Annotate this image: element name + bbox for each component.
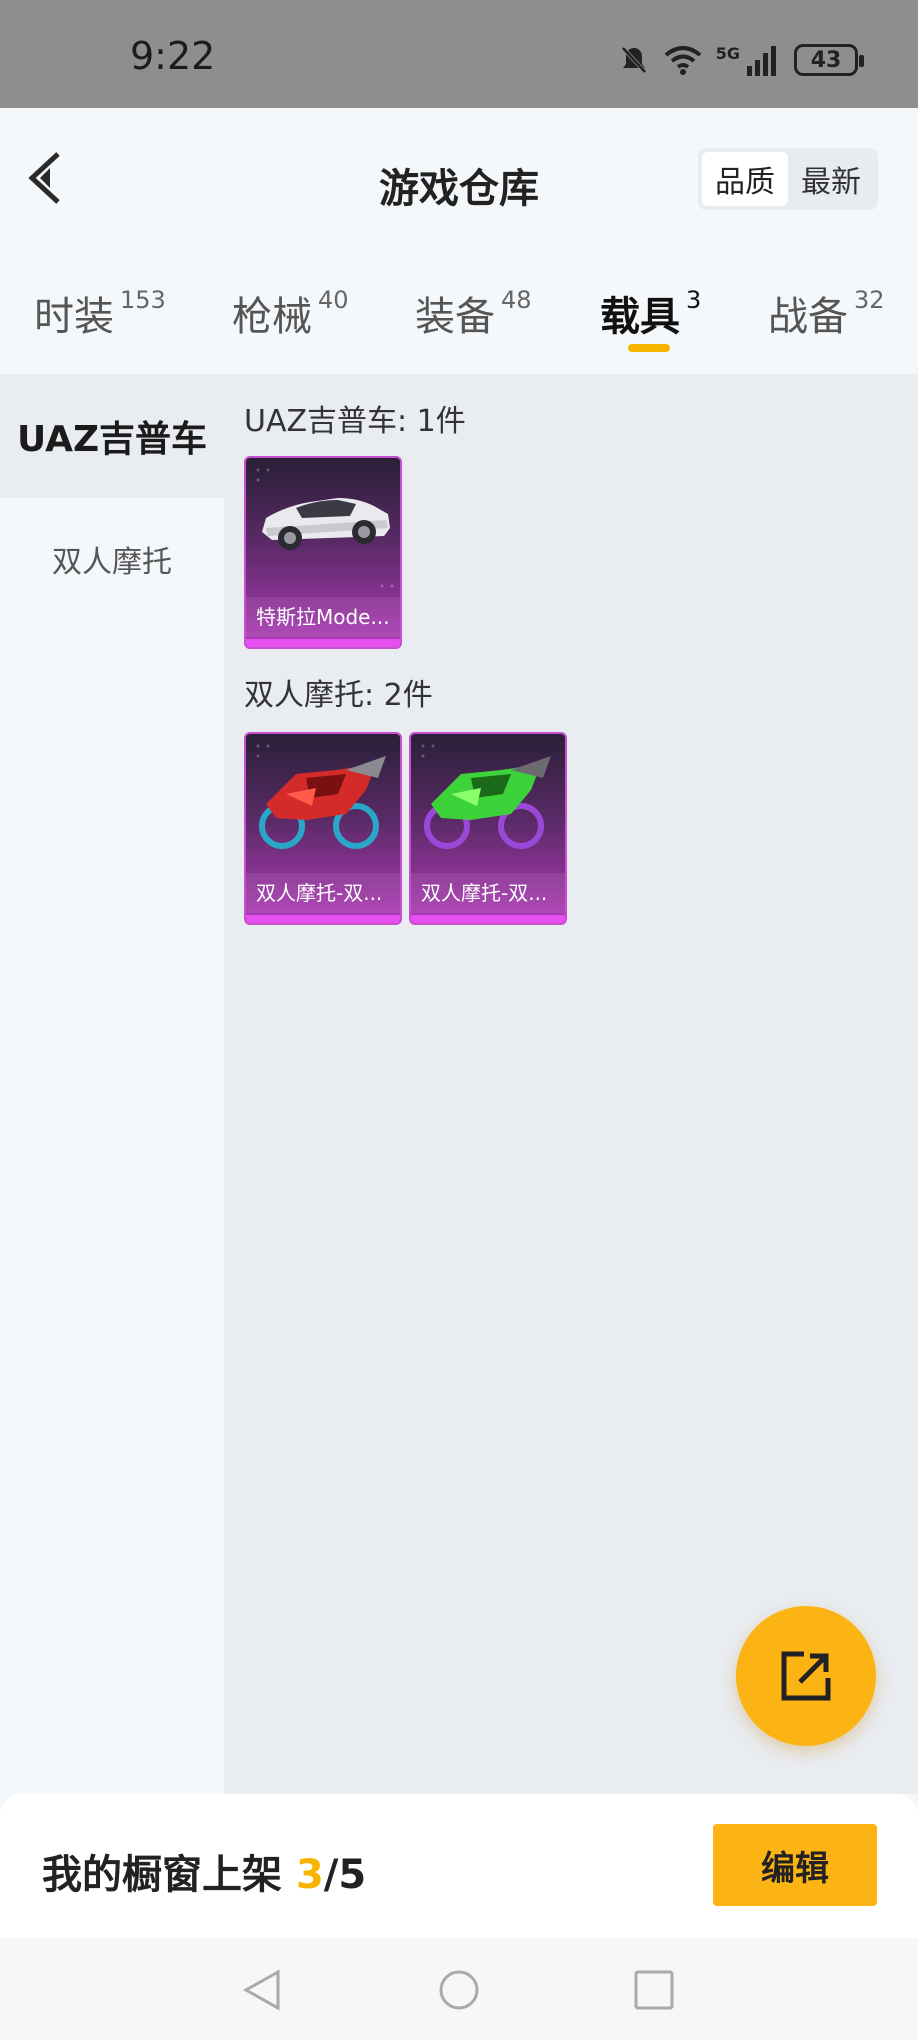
- tab-count: 48: [501, 286, 532, 314]
- tab-fashion[interactable]: 时装 153: [34, 284, 166, 342]
- tab-count: 3: [686, 286, 702, 314]
- tab-count: 32: [854, 286, 885, 314]
- nav-recents-icon[interactable]: [632, 1968, 676, 2012]
- status-icons: 5G 43: [618, 40, 864, 80]
- edit-button[interactable]: 编辑: [713, 1824, 877, 1906]
- tab-count: 40: [318, 286, 349, 314]
- wifi-icon: [664, 46, 702, 75]
- status-time: 9:22: [130, 34, 216, 78]
- green-motorcycle-icon: [421, 744, 551, 849]
- status-bar: 9:22 5G 43: [0, 0, 918, 108]
- group-title-uaz: UAZ吉普车: 1件: [244, 404, 466, 439]
- item-name: 特斯拉Mode...: [246, 597, 400, 637]
- network-type: 5G: [715, 43, 740, 63]
- share-fab[interactable]: [736, 1606, 876, 1746]
- sort-by-quality[interactable]: 品质: [702, 152, 788, 206]
- tab-count: 153: [120, 286, 166, 314]
- showcase-label: 我的橱窗上架: [42, 1852, 296, 1898]
- tab-weapons[interactable]: 枪械 40: [232, 284, 349, 342]
- item-card[interactable]: 双人摩托-双...: [244, 732, 402, 925]
- header: 游戏仓库 品质 最新: [0, 108, 918, 248]
- item-name: 双人摩托-双...: [411, 873, 565, 913]
- item-name: 双人摩托-双...: [246, 873, 400, 913]
- tab-label: 装备: [415, 294, 495, 340]
- showcase-status: 我的橱窗上架 3/5: [42, 1842, 366, 1900]
- bottom-bar: 我的橱窗上架 3/5 编辑: [0, 1794, 918, 1938]
- share-icon: [781, 1651, 831, 1701]
- tab-label: 时装: [34, 294, 114, 340]
- group-title-motorcycle: 双人摩托: 2件: [244, 678, 433, 713]
- sidebar-item-motorcycle[interactable]: 双人摩托: [0, 498, 224, 620]
- tab-supplies[interactable]: 战备 32: [768, 284, 885, 342]
- red-motorcycle-icon: [256, 744, 386, 849]
- showcase-total: /5: [323, 1852, 367, 1898]
- tab-equipment[interactable]: 装备 48: [415, 284, 532, 342]
- rarity-strip: [246, 639, 400, 647]
- rarity-strip: [411, 915, 565, 923]
- white-car-icon: [256, 468, 394, 588]
- item-card[interactable]: 双人摩托-双...: [409, 732, 567, 925]
- sort-toggle: 品质 最新: [698, 148, 878, 210]
- system-nav-bar: [0, 1938, 918, 2040]
- sidebar-item-uaz-jeep[interactable]: UAZ吉普车: [0, 374, 224, 498]
- nav-home-icon[interactable]: [437, 1968, 481, 2012]
- item-card[interactable]: 特斯拉Mode...: [244, 456, 402, 649]
- category-tabs: 时装 153 枪械 40 装备 48 载具 3 战备 32: [0, 248, 918, 374]
- tab-vehicles[interactable]: 载具 3: [600, 284, 701, 342]
- rarity-strip: [246, 915, 400, 923]
- tab-label: 载具: [600, 294, 680, 340]
- showcase-current: 3: [295, 1852, 324, 1898]
- signal-icon: [747, 46, 776, 76]
- sidebar: UAZ吉普车 双人摩托: [0, 374, 224, 1794]
- tab-label: 枪械: [232, 294, 312, 340]
- active-tab-indicator: [628, 344, 670, 352]
- mute-icon: [621, 46, 647, 74]
- battery-icon: 43: [794, 44, 864, 76]
- tab-label: 战备: [768, 294, 848, 340]
- item-grid: UAZ吉普车: 1件 特斯拉Mode... 双人摩托: 2件 双人摩托-双...: [224, 374, 918, 1794]
- sort-by-newest[interactable]: 最新: [788, 152, 874, 206]
- nav-back-icon[interactable]: [240, 1968, 284, 2012]
- battery-level: 43: [810, 47, 842, 73]
